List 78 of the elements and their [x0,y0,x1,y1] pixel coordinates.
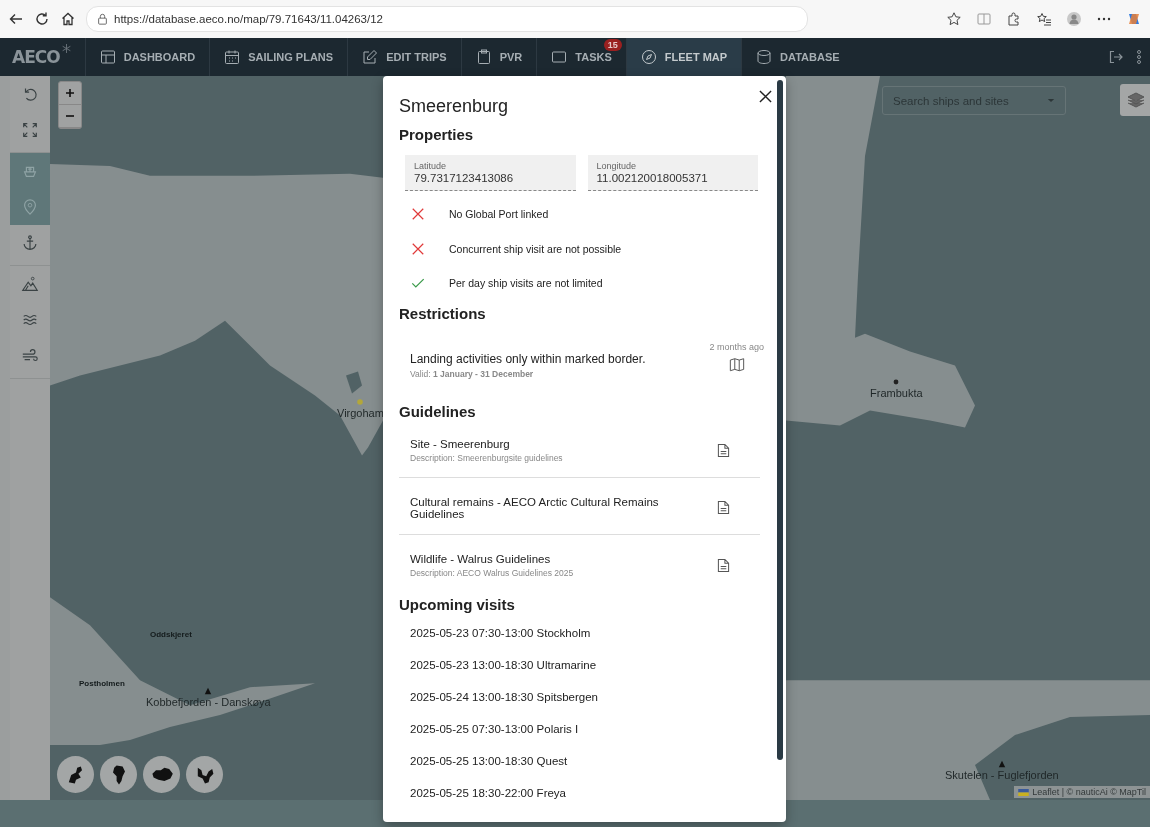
map-label: Virgoham [337,407,384,419]
map-label: Kobbefjorden - Danskøya [146,696,271,708]
section-heading: Guidelines [399,402,477,420]
property-text: No Global Port linked [449,208,549,221]
document-icon[interactable] [717,557,730,573]
home-icon[interactable] [60,11,76,27]
map-label: Skutelen - Fuglefjorden [945,769,1059,781]
visit-item[interactable]: 2025-05-23 13:00-18:30 Ultramarine [399,648,762,681]
visit-item[interactable]: 2025-05-25 18:30-22:00 Freya [399,776,762,809]
caret-icon [1047,98,1055,103]
region-button[interactable] [186,756,223,793]
visit-item[interactable]: 2025-05-24 13:00-18:30 Spitsbergen [399,680,762,713]
star-icon[interactable] [946,11,962,27]
close-icon[interactable] [759,90,772,103]
scrollbar[interactable] [777,80,783,760]
dialog-title: Smeerenburg [399,96,509,117]
plus-icon [65,88,75,98]
app-logo[interactable]: AECO [12,47,60,67]
region-button[interactable] [57,756,94,793]
validity-text: Valid: 1 January - 31 December [410,368,535,379]
edit-icon [362,49,379,65]
address-bar[interactable]: https://database.aeco.no/map/79.71643/11.04263/12 [86,6,808,32]
count-badge: 15 [603,39,622,51]
guideline-description: Description: Smeerenburgsite guidelines [410,452,563,463]
assistant-icon[interactable] [1126,11,1142,27]
refresh-icon[interactable] [34,11,50,27]
map-attribution: Leaflet | © nauticAi © MapTil [1014,786,1150,798]
clipboard-icon [475,49,492,65]
property-text: Concurrent ship visit are not possible [449,242,622,255]
section-heading: Restrictions [399,304,487,322]
readonly-field[interactable]: Longitude 11.002120018005371 [587,155,758,191]
guideline-title: Site - Smeerenburg [410,437,511,450]
pin-icon [21,198,39,216]
guideline-description: Description: AECO Walrus Guidelines 2025 [410,567,574,578]
snowflake-icon [61,44,71,53]
database-icon [756,49,773,65]
compass-icon [640,49,657,65]
region-button[interactable] [143,756,180,793]
layers-icon [1126,90,1146,110]
timestamp: 2 months ago [709,341,764,352]
flag-icon [1018,788,1030,796]
property-text: Per day ship visits are not limited [449,277,603,290]
region-button[interactable] [100,756,137,793]
favorites-icon[interactable] [1036,11,1052,27]
tasks-icon [551,49,568,65]
section-heading: Upcoming visits [399,595,516,613]
layers-button[interactable] [1120,84,1150,116]
anchor-icon [21,234,39,252]
mountains-icon [21,275,39,293]
guideline-title: Cultural remains - AECO Arctic Cultural Remains Guidelines [410,495,660,520]
back-icon[interactable] [8,11,24,27]
map-label: Frambukta [870,387,923,399]
map-label: Oddskjeret [150,630,192,639]
lock-icon [97,13,108,25]
calendar-icon [224,49,241,65]
lake-area [346,371,362,394]
visit-item[interactable]: 2025-05-25 13:00-18:30 Quest [399,744,762,777]
visit-item[interactable]: 2025-05-25 07:30-13:00 Polaris I [399,712,762,745]
map-icon[interactable] [728,356,745,372]
profile-avatar-icon[interactable] [1066,11,1082,27]
triangle-marker-icon[interactable] [204,687,213,695]
triangle-marker-icon[interactable] [997,760,1006,768]
logout-icon[interactable] [1108,49,1124,65]
dot-marker-icon[interactable] [356,398,365,406]
dot-marker-icon[interactable] [892,378,901,386]
restriction-text: Landing activities only within marked border. [410,351,646,366]
expand-icon [21,121,39,139]
dashboard-icon [99,49,116,65]
guideline-title: Wildlife - Walrus Guidelines [410,552,552,565]
kebab-menu-icon[interactable] [1136,49,1142,65]
section-heading: Properties [399,126,475,143]
map-label: Postholmen [79,679,125,688]
visit-item[interactable]: 2025-05-23 07:30-13:00 Stockholm [399,616,762,649]
document-icon[interactable] [717,500,730,515]
nav-tab[interactable]: FLEET MAP [625,38,742,76]
readonly-field[interactable]: Latitude 79.7317123413086 [405,155,576,191]
document-icon[interactable] [717,442,730,458]
extensions-icon[interactable] [1006,11,1022,27]
